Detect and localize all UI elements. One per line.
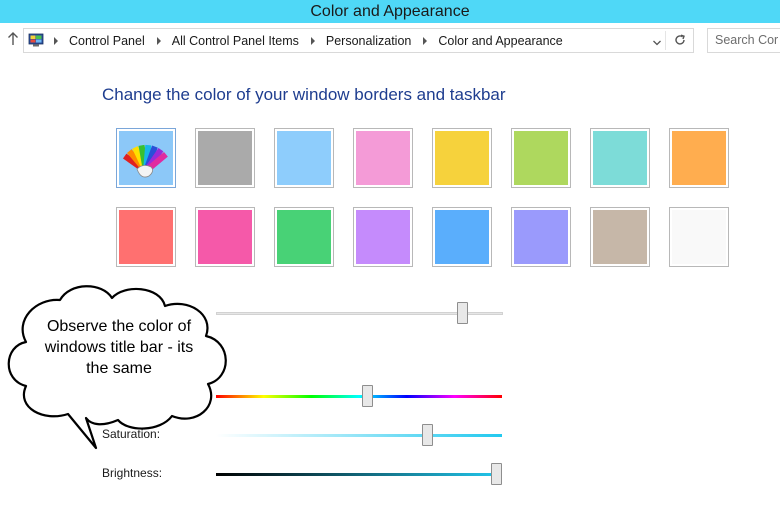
saturation-slider-track[interactable] [216, 434, 502, 437]
swatch-fill [514, 131, 568, 185]
address-row: Control Panel All Control Panel Items Pe… [0, 23, 780, 59]
page-heading: Change the color of your window borders … [102, 85, 506, 104]
swatch-fill [356, 210, 410, 264]
address-divider [665, 31, 666, 50]
breadcrumb-separator-icon[interactable] [54, 36, 58, 45]
control-panel-icon [28, 32, 44, 48]
callout-text: Observe the color of windows title bar -… [44, 318, 194, 377]
breadcrumb-control-panel[interactable]: Control Panel [69, 34, 145, 48]
breadcrumb-separator-icon[interactable] [156, 36, 161, 45]
swatch-fill [119, 210, 173, 264]
color-swatch-green[interactable] [274, 207, 334, 267]
swatch-fill [593, 131, 647, 185]
swatch-fill [356, 131, 410, 185]
swatch-fill [672, 210, 726, 264]
breadcrumb-all-items[interactable]: All Control Panel Items [172, 34, 299, 48]
breadcrumb-color-appearance[interactable]: Color and Appearance [438, 34, 562, 48]
swatch-fill [593, 210, 647, 264]
color-swatch-sky-blue[interactable] [274, 128, 334, 188]
saturation-slider-thumb[interactable] [422, 424, 434, 446]
breadcrumb: Control Panel All Control Panel Items Pe… [52, 29, 573, 52]
hue-slider-track[interactable] [216, 395, 502, 398]
color-swatch-magenta[interactable] [195, 207, 255, 267]
search-placeholder: Search Cor [715, 33, 779, 47]
brightness-slider-track[interactable] [216, 473, 502, 476]
color-swatch-periwinkle[interactable] [511, 207, 571, 267]
color-swatch-blue[interactable] [432, 207, 492, 267]
color-swatch-violet[interactable] [353, 207, 413, 267]
color-swatch-teal[interactable] [590, 128, 650, 188]
window-title-bar: Color and Appearance [0, 0, 780, 23]
swatch-fill [119, 131, 173, 185]
breadcrumb-personalization[interactable]: Personalization [326, 34, 411, 48]
color-swatch-automatic[interactable] [116, 128, 176, 188]
swatch-fill [435, 131, 489, 185]
swatch-fill [277, 210, 331, 264]
color-swatch-orange[interactable] [669, 128, 729, 188]
color-swatch-yellow[interactable] [432, 128, 492, 188]
color-swatch-gray[interactable] [195, 128, 255, 188]
search-input[interactable]: Search Cor [707, 28, 780, 53]
window-title: Color and Appearance [310, 3, 470, 20]
brightness-label: Brightness: [102, 466, 163, 480]
color-swatch-red[interactable] [116, 207, 176, 267]
swatch-fill [514, 210, 568, 264]
swatch-fill [198, 210, 252, 264]
color-palette-icon [122, 144, 168, 178]
refresh-icon[interactable] [673, 33, 687, 47]
chevron-down-icon[interactable] [652, 35, 662, 46]
breadcrumb-separator-icon[interactable] [423, 36, 428, 45]
color-swatch-lime[interactable] [511, 128, 571, 188]
address-bar[interactable]: Control Panel All Control Panel Items Pe… [23, 28, 694, 53]
swatch-fill [435, 210, 489, 264]
intensity-slider-thumb[interactable] [457, 302, 469, 324]
color-swatch-white[interactable] [669, 207, 729, 267]
color-swatch-taupe[interactable] [590, 207, 650, 267]
hue-slider-thumb[interactable] [362, 385, 374, 407]
brightness-slider-thumb[interactable] [490, 463, 502, 485]
up-arrow-icon[interactable] [6, 32, 20, 48]
swatch-fill [198, 131, 252, 185]
color-swatch-pink[interactable] [353, 128, 413, 188]
breadcrumb-separator-icon[interactable] [310, 36, 315, 45]
swatch-fill [277, 131, 331, 185]
swatch-fill [672, 131, 726, 185]
